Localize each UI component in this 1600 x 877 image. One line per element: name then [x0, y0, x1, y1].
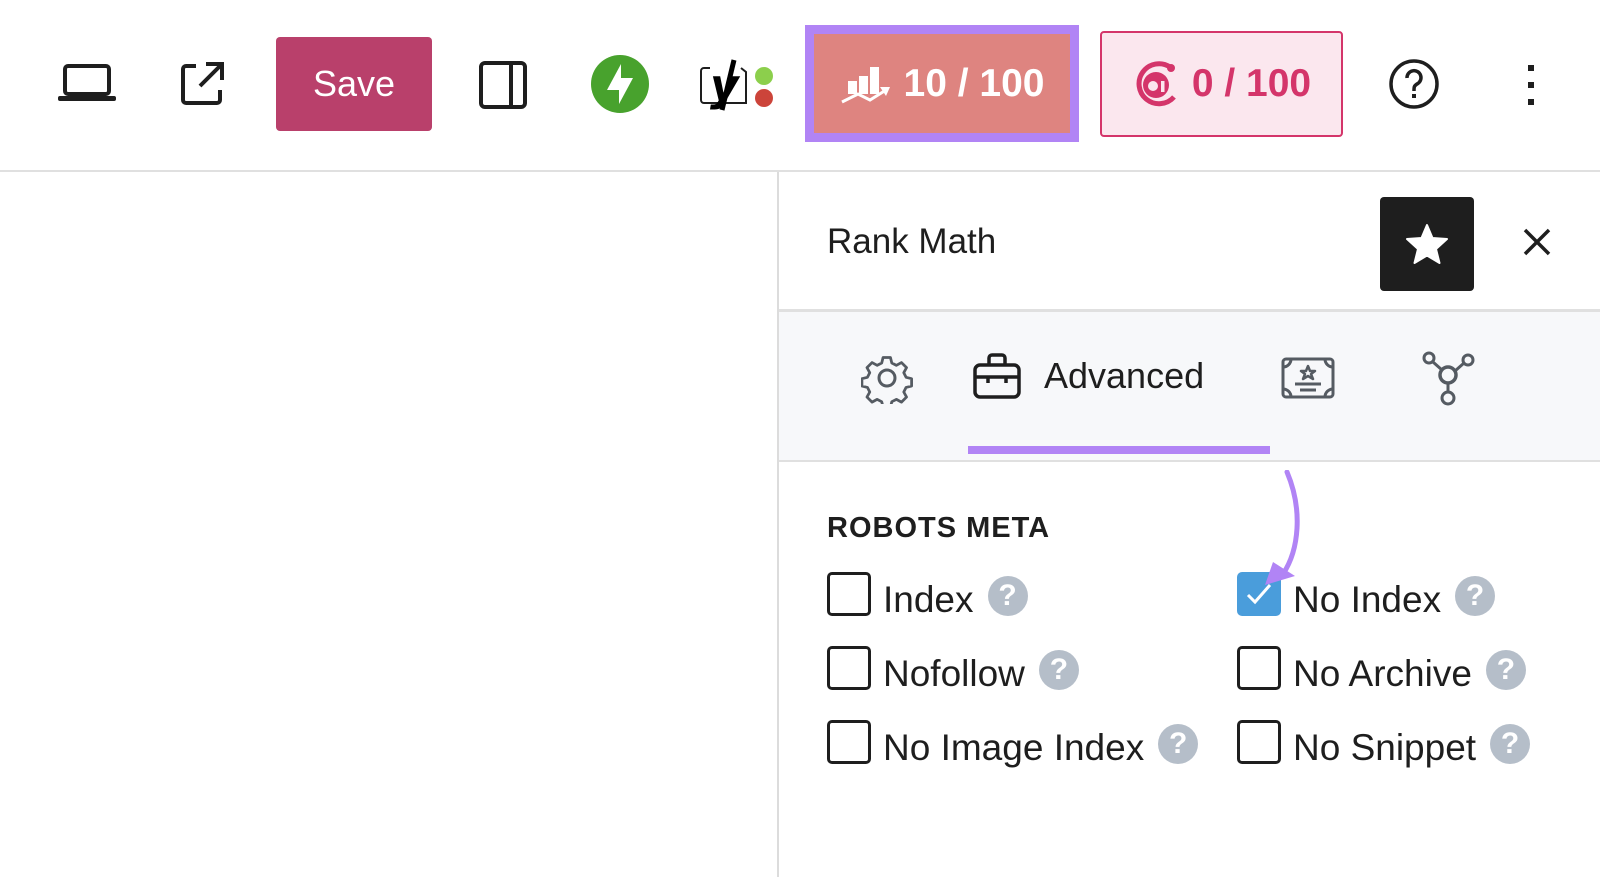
tab-advanced[interactable]: Advanced: [972, 352, 1204, 400]
panel-header: Rank Math: [779, 172, 1600, 312]
save-button[interactable]: Save: [276, 37, 432, 131]
help-circle-icon: [1389, 59, 1439, 109]
settings-sidebar-toggle[interactable]: [478, 60, 528, 110]
tab-social[interactable]: [1421, 350, 1475, 406]
laptop-icon: [58, 64, 116, 101]
sidebar-toggle-icon: [479, 61, 527, 109]
index-label: Index: [883, 579, 974, 620]
seo-score-button[interactable]: 10 / 100: [805, 25, 1079, 142]
yoast-icon: y: [700, 59, 773, 111]
content-ai-score-button[interactable]: 0 / 100: [1100, 31, 1343, 137]
seo-score-inner: 10 / 100: [814, 34, 1070, 133]
external-link-icon: [181, 62, 224, 105]
close-icon: [1523, 228, 1551, 256]
help-icon[interactable]: ?: [1490, 724, 1531, 764]
jetpack-button[interactable]: [590, 54, 650, 114]
panel-title: Rank Math: [827, 222, 997, 261]
panel-tabs: Advanced: [779, 312, 1600, 462]
pin-favorite-button[interactable]: [1380, 197, 1474, 291]
robots-index-option[interactable]: Index ?: [827, 572, 1028, 622]
gear-icon: [861, 356, 913, 404]
close-panel-button[interactable]: [1512, 217, 1562, 267]
robots-noarchive-option[interactable]: No Archive ?: [1237, 646, 1526, 696]
robots-nosnippet-option[interactable]: No Snippet ?: [1237, 720, 1531, 770]
nofollow-label: Nofollow: [883, 653, 1025, 694]
robots-meta-heading: ROBOTS META: [827, 512, 1051, 544]
no-archive-label: No Archive: [1293, 653, 1472, 694]
yoast-button[interactable]: y: [700, 58, 780, 112]
save-button-label: Save: [312, 63, 396, 104]
tab-advanced-label: Advanced: [1044, 355, 1205, 396]
rank-math-panel: Rank Math Advanced ROBOTS META Index ? N…: [779, 172, 1600, 877]
tab-general[interactable]: [861, 352, 913, 404]
editor-toolbar: Save y 10 / 100 0 / 100: [0, 0, 1600, 172]
rank-math-chart-icon: [840, 66, 890, 103]
active-tab-indicator: [968, 446, 1270, 454]
certificate-icon: [1281, 357, 1335, 399]
more-vertical-icon: [1528, 65, 1534, 105]
help-icon[interactable]: ?: [1038, 650, 1079, 690]
tab-schema[interactable]: [1281, 357, 1335, 399]
share-nodes-icon: [1422, 351, 1475, 406]
help-icon[interactable]: ?: [987, 576, 1028, 616]
content-ai-icon: [1136, 61, 1176, 107]
annotation-arrow-icon: [1265, 470, 1300, 585]
no-archive-checkbox[interactable]: [1237, 646, 1281, 690]
seo-score-value: 10 / 100: [903, 61, 1045, 105]
index-checkbox[interactable]: [827, 572, 871, 616]
help-button[interactable]: [1387, 57, 1441, 111]
no-snippet-checkbox[interactable]: [1237, 720, 1281, 764]
content-ai-score-value: 0 / 100: [1191, 62, 1312, 105]
robots-nofollow-option[interactable]: Nofollow ?: [827, 646, 1079, 696]
preview-button[interactable]: [56, 58, 118, 108]
help-icon[interactable]: ?: [1485, 650, 1526, 690]
help-icon[interactable]: ?: [1158, 724, 1199, 764]
no-snippet-label: No Snippet: [1293, 727, 1477, 768]
no-image-index-label: No Image Index: [883, 727, 1145, 768]
robots-noimageindex-option[interactable]: No Image Index ?: [827, 720, 1199, 770]
star-icon: [1406, 224, 1448, 264]
no-image-index-checkbox[interactable]: [827, 720, 871, 764]
view-post-button[interactable]: [178, 58, 228, 108]
help-icon[interactable]: ?: [1455, 576, 1496, 616]
nofollow-checkbox[interactable]: [827, 646, 871, 690]
options-menu-button[interactable]: [1516, 60, 1546, 110]
jetpack-bolt-icon: [591, 55, 649, 113]
briefcase-icon: [973, 353, 1021, 399]
